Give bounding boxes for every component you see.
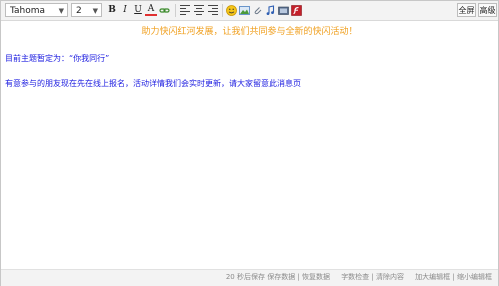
chevron-down-icon: ▼ — [58, 7, 64, 15]
toolbar-divider — [222, 4, 223, 17]
advanced-button[interactable]: 高级 — [478, 3, 497, 17]
fullscreen-button[interactable]: 全屏 — [457, 3, 476, 17]
status-spacer — [332, 273, 339, 281]
music-icon[interactable] — [265, 5, 276, 16]
status-spacer — [406, 273, 413, 281]
signup-line: 有意参与的朋友现在先在线上报名，活动详情我们会实时更新，请大家留意此消息页 — [5, 79, 301, 88]
underline-button[interactable]: U — [132, 4, 144, 17]
italic-button[interactable]: I — [119, 4, 131, 17]
font-color-button[interactable]: A — [145, 4, 157, 16]
autosave-countdown: 20 秒后保存 — [225, 273, 265, 281]
align-left-icon[interactable] — [180, 5, 191, 16]
save-data-link[interactable]: 保存数据 — [267, 273, 295, 281]
image-icon[interactable] — [239, 5, 250, 16]
font-size-value: 2 — [76, 6, 82, 16]
recover-data-link[interactable]: 恢复数据 — [302, 273, 330, 281]
activity-banner: 助力快闪红河发展，让我们共同参与全新的快闪活动！ — [141, 27, 358, 37]
chevron-down-icon: ▼ — [92, 7, 98, 15]
status-links: 20 秒后保存 保存数据 | 恢复数据 字数检查 | 清除内容 加大编辑框 | … — [226, 272, 492, 283]
font-family-value: Tahoma — [10, 6, 46, 16]
attachment-icon[interactable] — [252, 5, 263, 16]
word-check-link[interactable]: 字数检查 — [341, 273, 369, 281]
rich-text-editor: Tahoma ▼ 2 ▼ B I U A 全屏 高级 助力快闪红河发展，让我们共… — [0, 0, 499, 286]
bold-button[interactable]: B — [106, 4, 118, 17]
clear-content-link[interactable]: 清除内容 — [376, 273, 404, 281]
editor-toolbar: Tahoma ▼ 2 ▼ B I U A 全屏 高级 — [1, 1, 498, 21]
smiley-icon[interactable] — [226, 5, 237, 16]
shrink-editor-link[interactable]: 缩小编辑框 — [457, 273, 492, 281]
video-icon[interactable] — [278, 5, 289, 16]
font-family-select[interactable]: Tahoma ▼ — [5, 3, 68, 17]
toolbar-divider — [175, 4, 176, 17]
enlarge-editor-link[interactable]: 加大编辑框 — [415, 273, 450, 281]
flash-icon[interactable] — [291, 5, 302, 16]
font-size-select[interactable]: 2 ▼ — [71, 3, 102, 17]
align-right-icon[interactable] — [208, 5, 219, 16]
editor-content[interactable]: 助力快闪红河发展，让我们共同参与全新的快闪活动！ 目前主题暂定为：“你我同行” … — [1, 21, 498, 269]
align-center-icon[interactable] — [194, 5, 205, 16]
theme-line: 目前主题暂定为：“你我同行” — [5, 54, 110, 63]
link-icon[interactable] — [159, 5, 170, 16]
editor-statusbar: 20 秒后保存 保存数据 | 恢复数据 字数检查 | 清除内容 加大编辑框 | … — [1, 269, 498, 286]
